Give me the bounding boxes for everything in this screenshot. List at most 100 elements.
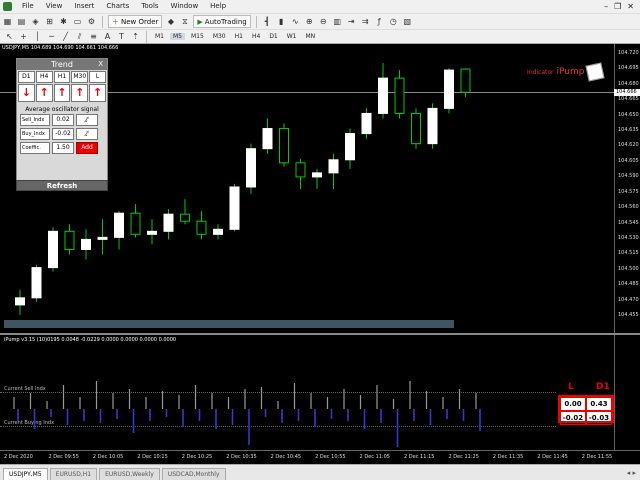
bullish-candle[interactable] bbox=[114, 212, 124, 238]
bullish-candle[interactable] bbox=[246, 148, 256, 188]
candle-chart-icon[interactable]: ▮ bbox=[276, 16, 287, 27]
bar-chart-icon[interactable]: ┫ bbox=[262, 16, 273, 27]
bullish-candle[interactable] bbox=[328, 159, 339, 174]
timeframe-w1[interactable]: W1 bbox=[284, 33, 300, 40]
bearish-candle[interactable] bbox=[196, 220, 207, 235]
zoom-in-icon[interactable]: ⊕ bbox=[304, 16, 315, 27]
fibonacci-icon[interactable]: ≡ bbox=[88, 31, 99, 42]
autotrading-button[interactable]: ▶ AutoTrading bbox=[193, 15, 251, 28]
ipump-histogram[interactable] bbox=[0, 336, 556, 450]
bearish-candle[interactable] bbox=[180, 213, 190, 222]
chart-shift-icon[interactable]: ⇥ bbox=[346, 16, 357, 27]
horizontal-line-icon[interactable]: ─ bbox=[46, 31, 57, 42]
menu-help[interactable]: Help bbox=[204, 0, 232, 13]
bullish-candle[interactable] bbox=[81, 238, 91, 250]
bearish-candle[interactable] bbox=[130, 212, 141, 235]
line-chart-icon[interactable]: ∿ bbox=[290, 16, 301, 27]
bullish-candle[interactable] bbox=[262, 128, 273, 150]
bullish-candle[interactable] bbox=[48, 230, 58, 269]
timeframe-h1[interactable]: H1 bbox=[232, 33, 246, 40]
profiles-icon[interactable]: ▤ bbox=[16, 16, 27, 27]
trend-panel-close-button[interactable]: X bbox=[98, 59, 103, 70]
bullish-candle[interactable] bbox=[163, 213, 174, 232]
menu-charts[interactable]: Charts bbox=[100, 0, 135, 13]
timeframe-m15[interactable]: M15 bbox=[188, 33, 207, 40]
buy-index-value[interactable]: -0.02 bbox=[52, 128, 74, 140]
autotrading-icon: ▶ bbox=[197, 17, 203, 26]
time-axis-label: 2 Dec 11:35 bbox=[492, 454, 524, 460]
menu-tools[interactable]: Tools bbox=[135, 0, 164, 13]
terminal-icon[interactable]: ▭ bbox=[72, 16, 83, 27]
market-watch-icon[interactable]: ◈ bbox=[30, 16, 41, 27]
menu-insert[interactable]: Insert bbox=[68, 0, 100, 13]
sell-index-value[interactable]: 0.02 bbox=[52, 114, 74, 126]
cursor-icon[interactable]: ↖ bbox=[4, 31, 15, 42]
arrows-tool-icon[interactable]: ⇡ bbox=[130, 31, 141, 42]
bearish-candle[interactable] bbox=[279, 128, 289, 164]
bearish-candle[interactable] bbox=[295, 162, 306, 178]
channel-icon[interactable]: ⫽ bbox=[74, 31, 85, 42]
bullish-candle[interactable] bbox=[15, 297, 25, 306]
text-tool-icon[interactable]: A bbox=[102, 31, 113, 42]
price-axis-label: 104.470 bbox=[618, 296, 639, 303]
tab-eurusd-weekly[interactable]: EURUSD,Weekly bbox=[99, 468, 160, 480]
templates-icon[interactable]: ▧ bbox=[402, 16, 413, 27]
add-button[interactable]: Add bbox=[76, 142, 98, 154]
trend-panel-header[interactable]: Trend X bbox=[17, 59, 107, 70]
bullish-candle[interactable] bbox=[444, 69, 454, 109]
bullish-candle[interactable] bbox=[361, 112, 372, 135]
menu-view[interactable]: View bbox=[40, 0, 69, 13]
refresh-button[interactable]: Refresh bbox=[16, 180, 108, 191]
bullish-candle[interactable] bbox=[312, 172, 322, 178]
timeframe-m5[interactable]: M5 bbox=[170, 33, 185, 40]
label-tool-icon[interactable]: T bbox=[116, 31, 127, 42]
menu-file[interactable]: File bbox=[16, 0, 40, 13]
bearish-candle[interactable] bbox=[64, 230, 75, 250]
new-chart-icon[interactable]: ▦ bbox=[2, 16, 13, 27]
trendline-icon[interactable]: ╱ bbox=[60, 31, 71, 42]
bullish-candle[interactable] bbox=[213, 228, 223, 235]
periods-icon[interactable]: ◷ bbox=[388, 16, 399, 27]
timeframe-d1[interactable]: D1 bbox=[266, 33, 280, 40]
coefficient-value[interactable]: 1.50 bbox=[52, 142, 74, 154]
bullish-candle[interactable] bbox=[31, 267, 42, 299]
price-axis-label: 104.560 bbox=[618, 204, 639, 211]
minimize-icon[interactable]: – bbox=[604, 2, 608, 11]
restore-icon[interactable]: ❐ bbox=[614, 2, 621, 11]
buy-alert-muted-icon[interactable]: ♪̸ bbox=[76, 128, 98, 140]
timeframe-m1[interactable]: M1 bbox=[152, 33, 167, 40]
history-icon[interactable]: ⧖ bbox=[179, 16, 190, 27]
main-toolbar: ▦ ▤ ◈ ⊞ ✱ ▭ ⚙ ＋ New Order ◆ ⧖ ▶ AutoTradin… bbox=[0, 13, 640, 29]
bullish-candle[interactable] bbox=[97, 236, 108, 240]
sell-alert-muted-icon[interactable]: ♪̸ bbox=[76, 114, 98, 126]
tab-usdjpy-m5[interactable]: USDJPY,M5 bbox=[3, 468, 48, 480]
indicators-icon[interactable]: ƒ bbox=[374, 16, 385, 27]
bearish-candle[interactable] bbox=[411, 112, 421, 145]
metaeditor-icon[interactable]: ◆ bbox=[165, 16, 176, 27]
tab-eurusd-h1[interactable]: EURUSD,H1 bbox=[49, 468, 98, 480]
navigator-icon[interactable]: ✱ bbox=[58, 16, 69, 27]
tab-scroll-icon[interactable]: ◂ ▸ bbox=[627, 466, 640, 480]
zoom-out-icon[interactable]: ⊖ bbox=[318, 16, 329, 27]
tab-usdcad-monthly[interactable]: USDCAD,Monthly bbox=[161, 468, 226, 480]
data-window-icon[interactable]: ⊞ bbox=[44, 16, 55, 27]
timeframe-m30[interactable]: M30 bbox=[210, 33, 229, 40]
subwindow-separator[interactable] bbox=[0, 333, 640, 335]
autoscroll-icon[interactable]: ⇉ bbox=[360, 16, 371, 27]
bullish-candle[interactable] bbox=[229, 186, 240, 230]
close-icon[interactable]: ✕ bbox=[627, 2, 634, 11]
timeframe-h4[interactable]: H4 bbox=[249, 33, 263, 40]
bullish-candle[interactable] bbox=[147, 230, 157, 235]
menu-window[interactable]: Window bbox=[165, 0, 205, 13]
new-order-button[interactable]: ＋ New Order bbox=[108, 15, 163, 28]
bullish-candle[interactable] bbox=[427, 107, 438, 145]
tester-icon[interactable]: ⚙ bbox=[86, 16, 97, 27]
timeframe-mn[interactable]: MN bbox=[303, 33, 319, 40]
bearish-candle[interactable] bbox=[460, 68, 471, 93]
bullish-candle[interactable] bbox=[345, 133, 355, 161]
vertical-line-icon[interactable]: │ bbox=[32, 31, 43, 42]
bearish-candle[interactable] bbox=[394, 77, 405, 114]
bullish-candle[interactable] bbox=[378, 77, 388, 114]
tile-windows-icon[interactable]: ▥ bbox=[332, 16, 343, 27]
crosshair-icon[interactable]: + bbox=[18, 31, 29, 42]
